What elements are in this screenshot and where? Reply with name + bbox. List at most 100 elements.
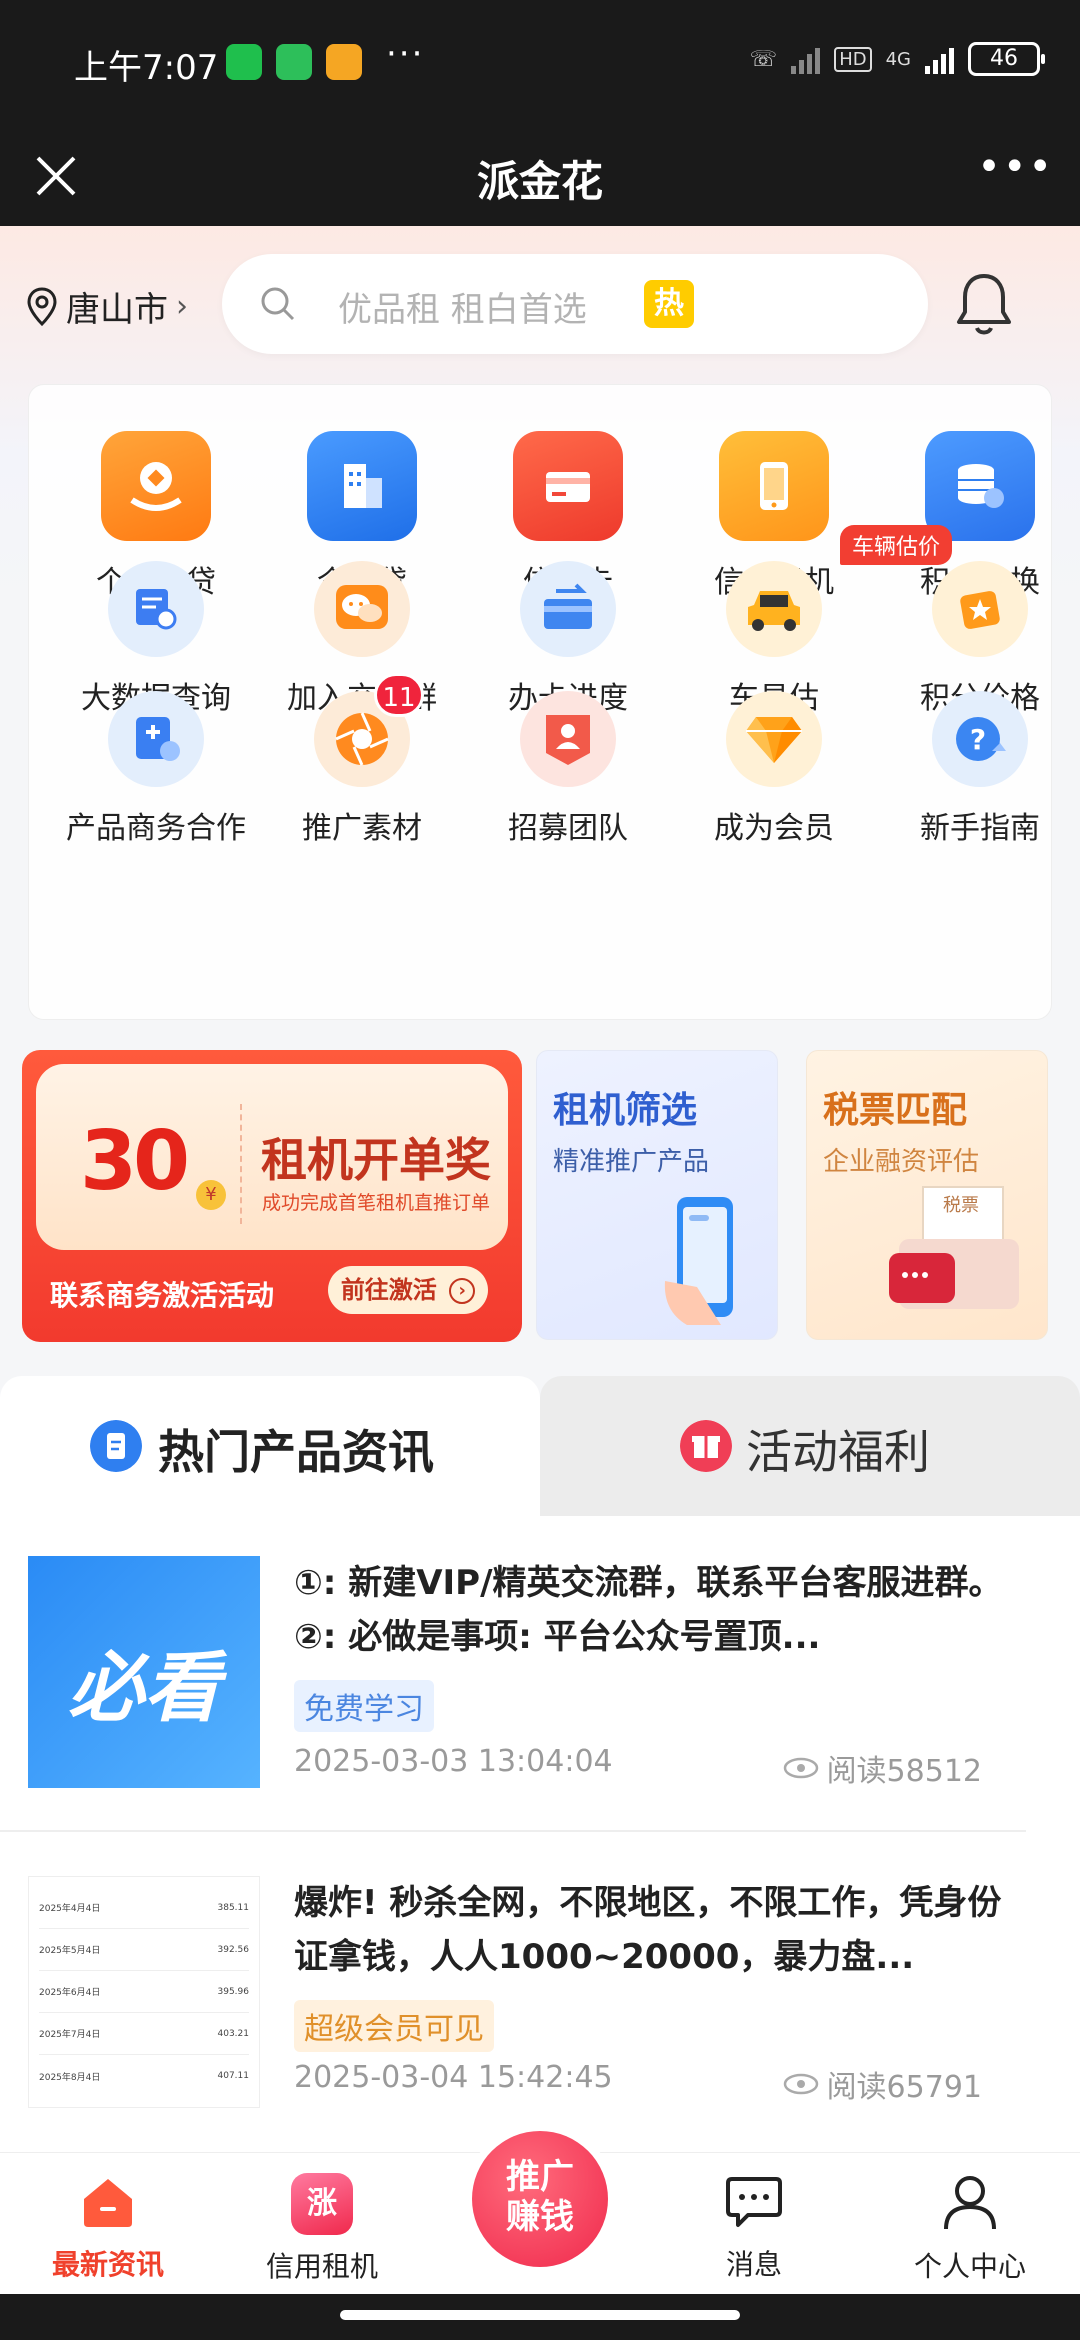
rental-bonus-banner[interactable]: 30 ¥ 租机开单奖 成功完成首笔租机直推订单 联系商务激活活动 前往激活 › bbox=[22, 1050, 522, 1342]
banner-subtitle: 企业融资评估 bbox=[823, 1147, 980, 1177]
status-bar: 上午7:07 ··· ☏ HD 4G 46 bbox=[0, 0, 1080, 126]
grid-label: 招募团队 bbox=[508, 811, 628, 846]
activate-label: 前往激活 bbox=[340, 1276, 437, 1304]
location-pin-icon bbox=[27, 286, 57, 326]
tab-label: 最新资讯 bbox=[51, 2248, 164, 2281]
data-search-icon bbox=[108, 561, 204, 657]
content-tabs: 热门产品资讯 活动福利 bbox=[0, 1376, 1080, 1516]
rent-app-icon: 涨 bbox=[291, 2173, 353, 2235]
rental-filter-banner[interactable]: 租机筛选 精准推广产品 bbox=[536, 1050, 778, 1340]
banner-title: 税票匹配 bbox=[823, 1090, 968, 1131]
tab-hot-news[interactable]: 热门产品资讯 bbox=[0, 1376, 540, 1516]
signal-1-icon bbox=[791, 44, 821, 74]
grid-item-beginner-guide[interactable]: ? 新手指南 bbox=[877, 691, 1080, 847]
read-count: 阅读58512 bbox=[783, 1746, 982, 1790]
banner-inner-card: 30 ¥ 租机开单奖 成功完成首笔租机直推订单 bbox=[36, 1064, 508, 1250]
aperture-icon: 11 bbox=[314, 673, 424, 787]
car-valuation-tag: 车辆估价 bbox=[840, 525, 953, 565]
location-label: 唐山市 bbox=[66, 290, 168, 330]
tab-label: 信用租机 bbox=[265, 2250, 378, 2283]
grid-item-recruit[interactable]: 招募团队 bbox=[465, 691, 671, 847]
status-indicators: ☏ HD 4G 46 bbox=[749, 42, 1045, 76]
bonus-amount: 30 bbox=[80, 1114, 190, 1209]
activate-button[interactable]: 前往激活 › bbox=[328, 1266, 488, 1314]
grid-label: 产品商务合作 bbox=[66, 811, 246, 846]
tax-match-banner[interactable]: 税票匹配 企业融资评估 税票 bbox=[806, 1050, 1048, 1340]
more-options-icon[interactable]: ••• bbox=[977, 144, 1054, 190]
divider bbox=[0, 1830, 1026, 1832]
tab-label: 消息 bbox=[725, 2248, 782, 2281]
hot-badge: 热 bbox=[644, 280, 694, 328]
search-icon bbox=[261, 287, 295, 321]
title-bar: 派金花 ••• bbox=[0, 126, 1080, 226]
banner-cta-text: 联系商务激活活动 bbox=[50, 1279, 275, 1312]
promo-material-badge: 11 bbox=[374, 673, 424, 717]
divider bbox=[240, 1104, 242, 1224]
home-icon bbox=[84, 2179, 132, 2227]
article-thumbnail: 必看 bbox=[28, 1556, 260, 1788]
read-count-label: 阅读58512 bbox=[826, 1754, 982, 1789]
bottom-tab-bar: 最新资讯 涨 信用租机 推广 赚钱 消息 个人中心 bbox=[0, 2123, 1080, 2294]
promote-earn-button[interactable]: 推广 赚钱 bbox=[464, 2123, 616, 2275]
tab-activity-benefits[interactable]: 活动福利 bbox=[540, 1376, 1080, 1516]
thumb-row-value: 407.11 bbox=[217, 2071, 250, 2081]
list-item[interactable]: 必看 ①: 新建VIP/精英交流群，联系平台客服进群。②: 必做是事项: 平台公… bbox=[0, 1556, 1040, 1806]
grid-item-business-coop[interactable]: 产品商务合作 bbox=[53, 691, 259, 847]
banner-title: 租机开单奖 bbox=[261, 1133, 491, 1187]
location-selector[interactable]: 唐山市 › bbox=[26, 282, 188, 331]
thumb-row-label: 2025年6月4日 bbox=[39, 1988, 101, 1998]
yen-icon: ¥ bbox=[196, 1180, 226, 1210]
tab-label: 活动福利 bbox=[746, 1425, 930, 1479]
thumb-row-label: 2025年8月4日 bbox=[39, 2072, 101, 2083]
tab-messages[interactable]: 消息 bbox=[654, 2173, 854, 2283]
promote-earn-icon: 推广 赚钱 bbox=[472, 2131, 608, 2267]
arrow-circle-icon: › bbox=[449, 1278, 476, 1304]
hd-icon: HD bbox=[834, 46, 872, 72]
thumb-row-label: 2025年7月4日 bbox=[39, 2030, 101, 2040]
system-navigation-bar bbox=[0, 2294, 1080, 2340]
promo-line-2: 赚钱 bbox=[506, 2197, 574, 2237]
credit-card-icon bbox=[513, 431, 623, 541]
tab-credit-rental[interactable]: 涨 信用租机 bbox=[222, 2173, 422, 2285]
search-input[interactable]: 优品租 租白首选 热 bbox=[222, 254, 928, 354]
tab-profile[interactable]: 个人中心 bbox=[870, 2173, 1070, 2285]
grid-label: 推广素材 bbox=[302, 811, 422, 846]
business-icon bbox=[108, 691, 204, 787]
eye-icon bbox=[783, 2073, 818, 2095]
message-app-icon bbox=[326, 44, 362, 80]
document-icon bbox=[90, 1420, 142, 1472]
article-feed: 必看 ①: 新建VIP/精英交流群，联系平台客服进群。②: 必做是事项: 平台公… bbox=[0, 1516, 1080, 2152]
wechat-icon bbox=[226, 44, 262, 80]
network-label: 4G bbox=[885, 48, 911, 70]
search-placeholder: 优品租 租白首选 bbox=[338, 290, 587, 330]
article-tag: 超级会员可见 bbox=[294, 2000, 494, 2052]
notification-bell-icon[interactable] bbox=[952, 270, 1016, 340]
gift-icon bbox=[680, 1420, 732, 1472]
phone-off-icon: ☏ bbox=[749, 46, 778, 72]
diamond-icon bbox=[726, 691, 822, 787]
star-card-icon bbox=[932, 561, 1028, 657]
recruit-icon bbox=[520, 691, 616, 787]
chevron-right-icon: › bbox=[176, 289, 188, 324]
grid-item-become-member[interactable]: 成为会员 bbox=[671, 691, 877, 847]
grid-item-promo-material[interactable]: 11 推广素材 bbox=[259, 673, 465, 847]
home-gesture-handle[interactable] bbox=[340, 2310, 740, 2320]
article-tag: 免费学习 bbox=[294, 1680, 434, 1732]
article-thumbnail: 2025年4月4日 385.11 2025年5月4日 392.56 2025年6月4… bbox=[28, 1876, 260, 2108]
list-item[interactable]: 2025年4月4日 385.11 2025年5月4日 392.56 2025年6月4… bbox=[0, 1876, 1040, 2126]
banner-subtitle: 成功完成首笔租机直推订单 bbox=[261, 1192, 490, 1214]
phone-icon bbox=[719, 431, 829, 541]
svg-text:?: ? bbox=[970, 723, 986, 756]
building-icon bbox=[307, 431, 417, 541]
tab-label: 个人中心 bbox=[913, 2250, 1026, 2283]
thumb-row-label: 2025年4月4日 bbox=[39, 1904, 101, 1914]
rent-icon-text: 涨 bbox=[307, 2186, 337, 2221]
battery-icon: 46 bbox=[968, 42, 1045, 76]
tab-latest-news[interactable]: 最新资讯 bbox=[8, 2173, 208, 2283]
eye-icon bbox=[783, 1757, 818, 1779]
personal-loan-icon bbox=[101, 431, 211, 541]
grid-label: 新手指南 bbox=[920, 811, 1040, 846]
tax-paper-label: 税票 bbox=[943, 1195, 979, 1216]
banner-title: 租机筛选 bbox=[553, 1090, 698, 1131]
status-time: 上午7:07 bbox=[74, 48, 219, 88]
